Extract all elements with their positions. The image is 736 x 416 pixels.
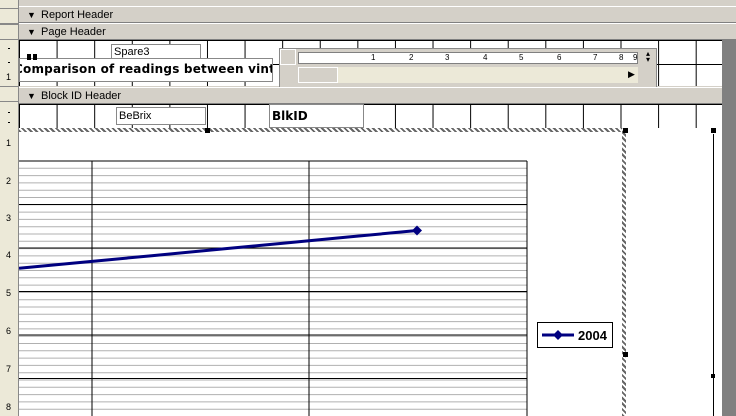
chart-legend[interactable]: 2004: [537, 322, 613, 348]
bebrix-field[interactable]: BeBrix: [116, 107, 206, 125]
ruler-number: 7: [593, 53, 598, 62]
ruler-number: 9: [633, 53, 638, 62]
page-header-label: Page Header: [41, 25, 106, 38]
scroll-right-icon[interactable]: ▶: [628, 69, 635, 80]
embedded-ruler-control[interactable]: 1 2 3 4 5 6 7 8 9 ▴ ▾ ▶: [279, 48, 657, 88]
ruler-corner: [280, 49, 296, 65]
ruler-number: 7: [6, 364, 12, 374]
page-header-section-bar[interactable]: ▼ Page Header: [19, 23, 736, 40]
page-header-area[interactable]: Spare3 Comparison of readings between vi…: [19, 40, 722, 88]
chart-svg: [19, 160, 528, 416]
report-title-label[interactable]: Comparison of readings between vintages: [19, 58, 273, 82]
ruler-section-block-header: [0, 86, 18, 102]
ruler-number: 6: [6, 326, 12, 336]
ruler-number: 2: [409, 53, 414, 62]
ruler-section-page-header: [0, 24, 18, 40]
ruler-number: 4: [483, 53, 488, 62]
ruler-tick: [8, 112, 10, 113]
section-arrow-icon: ▼: [27, 9, 36, 20]
ruler-tick: [8, 48, 10, 49]
horizontal-ruler: 1 2 3 4 5 6 7 8 9: [298, 52, 638, 64]
spin-icon[interactable]: ▴ ▾: [642, 50, 654, 64]
ruler-number: 3: [6, 213, 12, 223]
block-id-header-area[interactable]: BeBrix BlkID: [19, 104, 722, 128]
ruler-number: 1: [6, 138, 12, 148]
ruler-tick: [8, 62, 10, 63]
block-id-header-section-bar[interactable]: ▼ Block ID Header: [19, 87, 736, 104]
ruler-number: 5: [519, 53, 524, 62]
ruler-section-report-header: [0, 8, 18, 24]
detail-area[interactable]: 2004: [19, 128, 722, 416]
ruler-number: 4: [6, 250, 12, 260]
vertical-ruler: 1 1 2 3 4 5 6 7 8: [0, 0, 19, 416]
right-gutter: [722, 40, 736, 416]
move-handle[interactable]: [27, 54, 31, 60]
legend-label: 2004: [578, 327, 607, 343]
legend-marker-icon: [542, 330, 574, 340]
ruler-tick: [8, 122, 10, 123]
move-handle[interactable]: [33, 54, 37, 60]
section-arrow-icon: ▼: [27, 90, 36, 101]
report-header-label: Report Header: [41, 8, 114, 21]
section-arrow-icon: ▼: [27, 26, 36, 37]
horizontal-scrollbar[interactable]: ▶: [298, 67, 638, 83]
ruler-number: 5: [6, 288, 12, 298]
ruler-number: 8: [6, 402, 12, 412]
chart-plot-area: [19, 160, 528, 416]
ruler-number: 8: [619, 53, 624, 62]
ruler-number: 6: [557, 53, 562, 62]
ruler-number: 1: [371, 53, 376, 62]
blkid-label[interactable]: BlkID: [269, 104, 364, 128]
report-header-section-bar[interactable]: ▼ Report Header: [19, 6, 736, 23]
report-title-text: Comparison of readings between vintages: [19, 62, 273, 76]
block-id-header-label: Block ID Header: [41, 89, 122, 102]
ruler-number: 1: [6, 72, 12, 82]
ruler-number: 2: [6, 176, 12, 186]
ruler-number: 3: [445, 53, 450, 62]
scrollbar-thumb[interactable]: [298, 67, 338, 83]
series-line-2004: [19, 229, 418, 270]
